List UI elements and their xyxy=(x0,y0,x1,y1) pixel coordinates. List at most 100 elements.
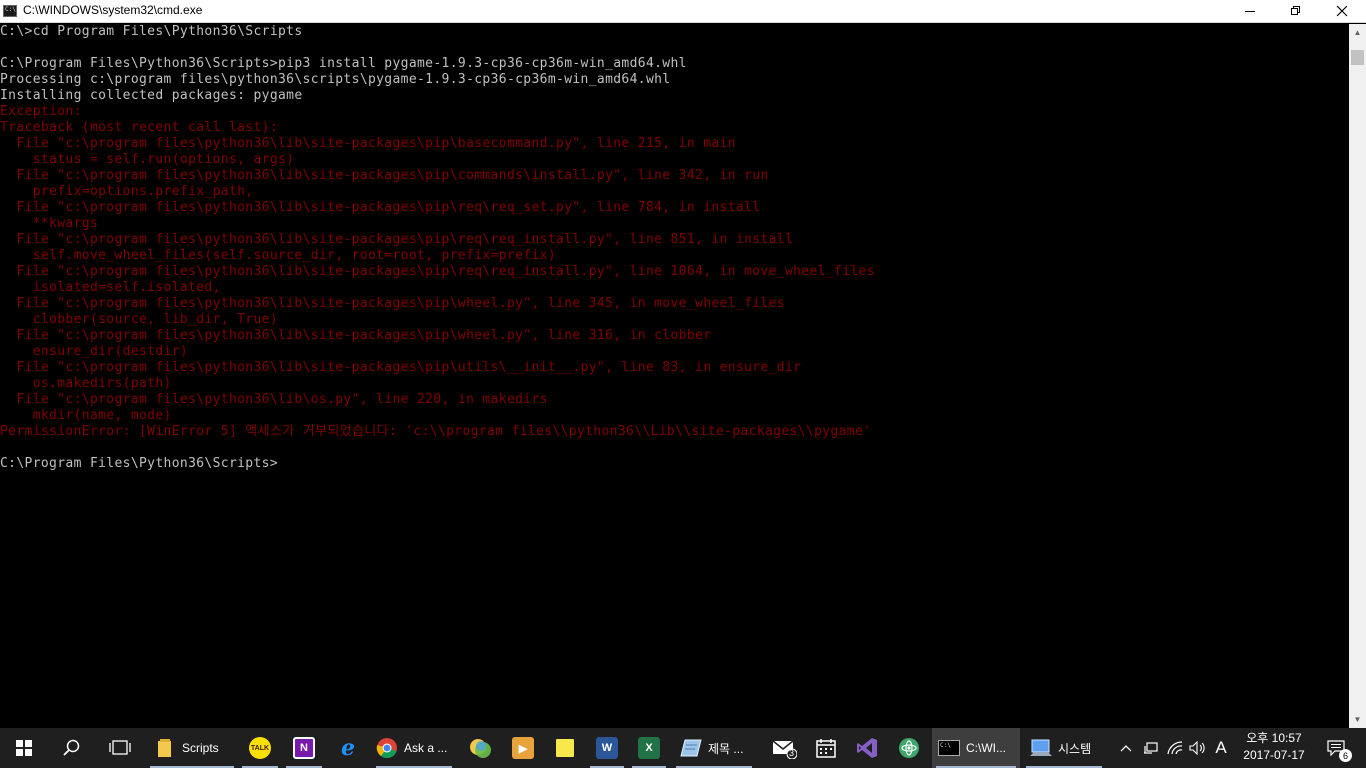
console-line: clobber(source, lib_dir, True) xyxy=(0,312,279,327)
console-output[interactable]: C:\>cd Program Files\Python36\Scripts C:\… xyxy=(0,24,1349,728)
tray-volume[interactable] xyxy=(1187,728,1209,768)
console-line: C:\>cd Program Files\Python36\Scripts xyxy=(0,24,303,39)
taskbar-app-word[interactable]: W xyxy=(586,728,628,768)
console-line: os.makedirs(path) xyxy=(0,376,172,391)
taskbar-app-visual-studio[interactable] xyxy=(846,728,888,768)
bubbles-icon xyxy=(470,739,491,758)
restore-icon xyxy=(1291,6,1301,16)
console-line: Exception: xyxy=(0,104,82,119)
taskbar-app-chrome[interactable]: Ask a ... xyxy=(372,728,456,768)
taskbar-app-excel[interactable]: X xyxy=(628,728,670,768)
taskbar-app-system[interactable]: 시스템 xyxy=(1022,728,1106,768)
console-line: isolated=self.isolated, xyxy=(0,280,221,295)
action-center-button[interactable]: 6 xyxy=(1318,728,1354,768)
mail-badge: 3 xyxy=(789,748,795,758)
console-line: File "c:\program files\python36\lib\site… xyxy=(0,360,802,375)
console-line: ensure_dir(destdir) xyxy=(0,344,189,359)
word-icon: W xyxy=(596,737,618,759)
sticky-notes-icon xyxy=(556,739,574,757)
cmd-app-icon: C:\ xyxy=(3,5,17,17)
start-button[interactable] xyxy=(0,728,48,768)
clock-time: 오후 10:57 xyxy=(1246,731,1302,745)
cmd-icon: C:\ xyxy=(938,740,960,756)
taskbar-app-calendar[interactable] xyxy=(806,728,846,768)
taskbar-app-cmd[interactable]: C:\ C:\WI... xyxy=(932,728,1020,768)
taskbar-app-label: 제목 ... xyxy=(708,741,744,756)
console-line: File "c:\program files\python36\lib\site… xyxy=(0,296,785,311)
calendar-icon xyxy=(816,739,836,758)
taskbar-app-label: Scripts xyxy=(182,741,219,755)
taskbar-app-internet-explorer[interactable]: e xyxy=(326,728,370,768)
tray-wifi[interactable] xyxy=(1164,728,1186,768)
task-view-button[interactable] xyxy=(96,728,144,768)
scroll-down-arrow-icon[interactable]: ▼ xyxy=(1349,711,1366,728)
console-line: self.move_wheel_files(self.source_dir, r… xyxy=(0,248,557,263)
console-line: **kwargs xyxy=(0,216,99,231)
taskbar-app-atom[interactable] xyxy=(888,728,930,768)
console-line: C:\Program Files\Python36\Scripts>pip3 i… xyxy=(0,56,687,71)
search-button[interactable] xyxy=(48,728,96,768)
kakaotalk-icon: TALK xyxy=(249,737,271,759)
console-line: File "c:\program files\python36\lib\site… xyxy=(0,328,712,343)
visual-studio-icon xyxy=(857,738,877,758)
wifi-icon xyxy=(1167,741,1183,755)
minimize-button[interactable] xyxy=(1227,0,1273,22)
chevron-up-icon xyxy=(1120,745,1132,752)
task-view-icon xyxy=(109,740,131,755)
scroll-up-arrow-icon[interactable]: ▲ xyxy=(1349,24,1366,41)
search-icon xyxy=(63,739,80,756)
tray-network[interactable] xyxy=(1140,728,1162,768)
close-icon xyxy=(1336,5,1348,17)
taskbar-app-untitled[interactable]: 제목 ... xyxy=(672,728,756,768)
console-line: Installing collected packages: pygame xyxy=(0,88,303,103)
network-icon xyxy=(1144,742,1158,754)
tray-ime-indicator[interactable]: A xyxy=(1210,728,1232,768)
vertical-scrollbar[interactable]: ▲ ▼ xyxy=(1349,24,1366,728)
excel-icon: X xyxy=(638,737,660,759)
system-icon xyxy=(1030,739,1052,756)
console-line: File "c:\program files\python36\lib\site… xyxy=(0,200,761,215)
folder-icon xyxy=(158,739,171,757)
console-line: prefix=options.prefix_path, xyxy=(0,184,254,199)
console-line: File "c:\program files\python36\lib\site… xyxy=(0,264,875,279)
window-titlebar[interactable]: C:\ C:\WINDOWS\system32\cmd.exe xyxy=(0,0,1366,23)
tray-clock[interactable]: 오후 10:57 2017-07-17 xyxy=(1232,730,1316,766)
console-line: C:\Program Files\Python36\Scripts> xyxy=(0,456,279,471)
taskbar-app-media-player[interactable]: ▶ xyxy=(502,728,544,768)
scrollbar-thumb[interactable] xyxy=(1351,50,1364,65)
minimize-icon xyxy=(1245,10,1255,12)
window-title: C:\WINDOWS\system32\cmd.exe xyxy=(23,3,203,17)
console-line: Processing c:\program files\python36\scr… xyxy=(0,72,671,87)
console-line: File "c:\program files\python36\lib\os.p… xyxy=(0,392,548,407)
console-line: PermissionError: [WinError 5] 액세스가 거부되었습… xyxy=(0,424,872,439)
console-line: mkdir(name, mode) xyxy=(0,408,172,423)
console-line: File "c:\program files\python36\lib\site… xyxy=(0,232,794,247)
taskbar-app-sticky-notes[interactable] xyxy=(544,728,586,768)
taskbar-app-kakaotalk[interactable]: TALK xyxy=(238,728,282,768)
console-line: status = self.run(options, args) xyxy=(0,152,295,167)
taskbar: Scripts TALK N e Ask a ... ▶ W X 제목 ... … xyxy=(0,728,1366,768)
taskbar-app-label: 시스템 xyxy=(1058,741,1092,756)
close-button[interactable] xyxy=(1319,0,1365,22)
taskbar-app-label: C:\WI... xyxy=(966,741,1006,755)
clock-date: 2017-07-17 xyxy=(1243,748,1305,762)
internet-explorer-icon: e xyxy=(341,735,355,761)
taskbar-app-file-explorer[interactable]: Scripts xyxy=(146,728,238,768)
console-line: File "c:\program files\python36\lib\site… xyxy=(0,168,769,183)
atom-icon xyxy=(899,738,919,758)
console-line: Traceback (most recent call last): xyxy=(0,120,279,135)
notepad-icon xyxy=(680,739,702,757)
tray-overflow-button[interactable] xyxy=(1116,728,1136,768)
restore-button[interactable] xyxy=(1273,0,1319,22)
volume-icon xyxy=(1189,741,1205,755)
notification-count-badge: 6 xyxy=(1339,749,1352,762)
chrome-icon xyxy=(376,738,397,759)
taskbar-app-mail[interactable]: 3 xyxy=(762,728,806,768)
taskbar-app-bubbles[interactable] xyxy=(458,728,502,768)
windows-start-icon xyxy=(16,740,32,756)
taskbar-app-onenote[interactable]: N xyxy=(282,728,326,768)
onenote-icon: N xyxy=(293,737,315,759)
media-player-icon: ▶ xyxy=(512,737,534,759)
taskbar-app-label: Ask a ... xyxy=(404,741,448,755)
console-line: File "c:\program files\python36\lib\site… xyxy=(0,136,736,151)
